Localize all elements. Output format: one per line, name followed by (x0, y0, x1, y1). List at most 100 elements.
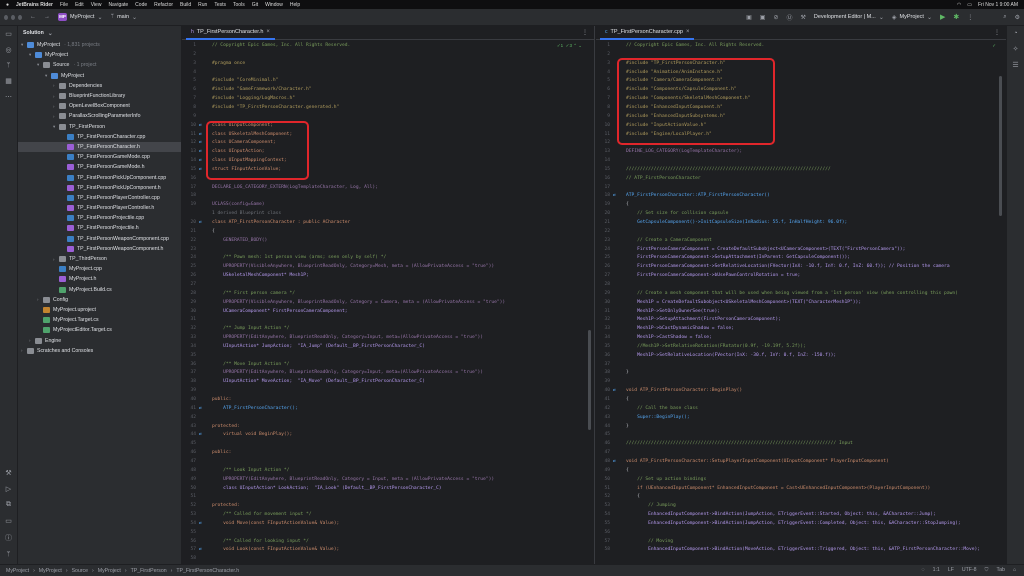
menu-window[interactable]: Window (265, 2, 283, 8)
menu-edit[interactable]: Edit (75, 2, 84, 8)
minimize-window-button[interactable] (11, 14, 15, 20)
settings-gear-icon[interactable]: ⚙ (1011, 14, 1024, 21)
tree-item[interactable]: TP_FirstPersonPickUpComponent.cpp (18, 172, 181, 182)
notifications-icon[interactable]: ◔ (1013, 30, 1017, 37)
tree-item[interactable]: TP_FirstPersonPlayerController.h (18, 203, 181, 213)
run-icon[interactable]: ▶ (936, 13, 949, 21)
navigate-to-definition-icon[interactable]: ⇄ (199, 546, 202, 555)
debug-icon[interactable]: ✱ (949, 13, 963, 21)
forward-arrow-icon[interactable]: → (40, 14, 54, 20)
run-tool-icon[interactable]: ▷ (6, 485, 11, 493)
branches-icon[interactable]: ᛘ (6, 62, 10, 69)
run-target-selector[interactable]: ◈ MyProject ⌄ (888, 14, 936, 21)
close-icon[interactable]: × (266, 29, 270, 35)
solution-title[interactable]: Solution (23, 30, 44, 36)
tree-item[interactable]: › TP_ThirdPerson (18, 254, 181, 264)
structure-icon[interactable]: ▦ (5, 77, 12, 85)
unit-tests-icon[interactable]: ⧉ (6, 501, 11, 509)
shield-icon[interactable]: ⛉ (985, 567, 989, 574)
more-icon[interactable]: ⋮ (994, 29, 1000, 36)
tree-item[interactable]: ▾ MyProject (18, 71, 181, 81)
tree-item[interactable]: ▾ TP_FirstPerson (18, 122, 181, 132)
tree-item[interactable]: MyProject.Build.cs (18, 285, 181, 295)
navigate-to-definition-icon[interactable]: ⇄ (199, 131, 202, 140)
tree-item[interactable]: TP_FirstPersonGameMode.cpp (18, 152, 181, 162)
tree-item[interactable]: TP_FirstPersonCharacter.cpp (18, 132, 181, 142)
breadcrumb-item[interactable]: MyProject (6, 568, 29, 574)
tree-item[interactable]: › Dependencies (18, 81, 181, 91)
ai-assistant-icon[interactable]: ✧ (1013, 45, 1019, 53)
tree-item[interactable]: MyProject.cpp (18, 264, 181, 274)
breadcrumb-item[interactable]: Source (72, 568, 88, 574)
branch-switcher[interactable]: ᛘ main ⌄ (106, 14, 141, 21)
navigate-to-definition-icon[interactable]: ⇄ (613, 192, 616, 201)
more-icon[interactable]: ⋮ (582, 29, 588, 36)
navigate-to-definition-icon[interactable]: ⇄ (199, 166, 202, 175)
terminal-icon[interactable]: ▭ (5, 517, 12, 525)
tree-item[interactable]: TP_FirstPersonProjectile.h (18, 223, 181, 233)
chevron-down-icon[interactable]: ⌄ (48, 30, 53, 37)
navigate-to-definition-icon[interactable]: ⇄ (613, 458, 616, 467)
build-tool-icon[interactable]: ⚒ (5, 469, 11, 477)
apple-icon[interactable]: ● (6, 2, 9, 8)
navigate-to-definition-icon[interactable]: ⇄ (199, 148, 202, 157)
battery-icon[interactable]: ▭ (967, 2, 972, 8)
tree-item[interactable]: › OpenLevelBoxComponent (18, 101, 181, 111)
tree-item[interactable]: ▾ MyProject · 1,831 projects (18, 40, 181, 50)
vertical-scrollbar[interactable] (588, 330, 591, 430)
database-icon[interactable]: ☰ (1012, 61, 1018, 69)
vertical-scrollbar[interactable] (999, 76, 1002, 216)
more-tools-icon[interactable]: ⋯ (5, 93, 12, 101)
indent-setting[interactable]: Tab (996, 567, 1004, 574)
tree-item[interactable]: MyProject.uproject (18, 305, 181, 315)
menu-refactor[interactable]: Refactor (154, 2, 173, 8)
commit-icon[interactable]: ◎ (5, 46, 11, 54)
back-arrow-icon[interactable]: ← (26, 14, 40, 20)
git-icon[interactable]: ᛘ (6, 551, 10, 558)
tree-item[interactable]: › Config (18, 295, 181, 305)
caret-position[interactable]: 1:1 (933, 567, 940, 574)
navigate-to-definition-icon[interactable]: ⇄ (199, 219, 202, 228)
navigate-to-definition-icon[interactable]: ⇄ (199, 431, 202, 440)
file-encoding[interactable]: UTF-8 (962, 567, 977, 574)
maximize-window-button[interactable] (18, 14, 22, 20)
navigate-to-definition-icon[interactable]: ⇄ (199, 122, 202, 131)
unreal-icon[interactable]: Ⓤ (782, 13, 796, 22)
inspection-widget[interactable]: ✓1 ✓3 ⌃ ⌄ (557, 43, 582, 49)
rebuild-icon[interactable]: ▣ (756, 14, 770, 21)
lock-icon[interactable]: ⌂ (1013, 567, 1016, 574)
navigate-to-definition-icon[interactable]: ⇄ (199, 157, 202, 166)
tree-item[interactable]: MyProjectEditor.Target.cs (18, 325, 181, 335)
navigate-to-definition-icon[interactable]: ⇄ (199, 405, 202, 414)
tree-item[interactable]: TP_FirstPersonProjectile.cpp (18, 213, 181, 223)
tree-item[interactable]: ▾ MyProject (18, 50, 181, 60)
menu-run[interactable]: Run (198, 2, 207, 8)
build-icon[interactable]: ▣ (742, 14, 756, 21)
tree-item[interactable]: › Engine (18, 335, 181, 345)
inspection-widget[interactable]: ✓ (992, 43, 996, 49)
close-icon[interactable]: × (686, 29, 690, 35)
line-ending[interactable]: LF (948, 567, 954, 574)
wifi-icon[interactable]: ◠ (957, 2, 961, 8)
project-switcher[interactable]: MP MyProject ⌄ (54, 13, 106, 21)
navigate-to-definition-icon[interactable]: ⇄ (613, 387, 616, 396)
tree-item[interactable]: ▾ Source · 1 project (18, 60, 181, 70)
tree-item[interactable]: TP_FirstPersonGameMode.h (18, 162, 181, 172)
tree-item[interactable]: TP_FirstPersonPlayerController.cpp (18, 193, 181, 203)
menu-build[interactable]: Build (180, 2, 191, 8)
tree-item[interactable]: TP_FirstPersonCharacter.h (18, 141, 181, 153)
folder-icon[interactable]: ▭ (5, 30, 12, 38)
app-name-menu[interactable]: JetBrains Rider (16, 2, 53, 8)
menu-git[interactable]: Git (252, 2, 258, 8)
navigate-to-definition-icon[interactable]: ⇄ (199, 139, 202, 148)
menu-help[interactable]: Help (290, 2, 300, 8)
breadcrumb-item[interactable]: MyProject (39, 568, 62, 574)
hammer-icon[interactable]: ⚒ (796, 14, 809, 21)
tree-item[interactable]: › ParallaxScrollingParameterInfo (18, 111, 181, 121)
clock[interactable]: Fri Nov 1 9:00 AM (978, 2, 1018, 8)
tree-item[interactable]: MyProject.h (18, 274, 181, 284)
tree-item[interactable]: MyProject.Target.cs (18, 315, 181, 325)
tab-cpp-file[interactable]: c TP_FirstPersonCharacter.cpp × (600, 26, 695, 40)
navigate-to-definition-icon[interactable]: ⇄ (199, 520, 202, 529)
menu-file[interactable]: File (60, 2, 68, 8)
